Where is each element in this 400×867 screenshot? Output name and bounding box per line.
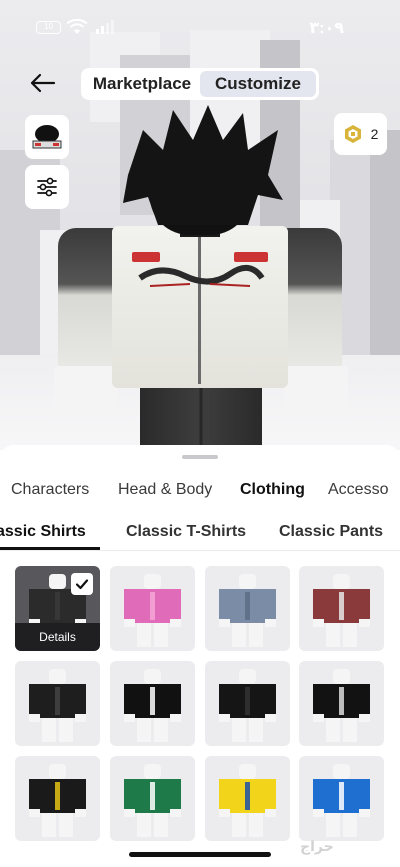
battery-icon: 10 [36, 21, 61, 34]
shirt-thumbnail-icon [124, 574, 181, 647]
shirt-thumbnail-icon [313, 574, 370, 647]
tab-head-body[interactable]: Head & Body [118, 481, 212, 499]
shirt-thumbnail-icon [124, 764, 181, 837]
item-pink-shirt[interactable] [110, 566, 195, 651]
item-black-shirt-white-collar[interactable] [299, 661, 384, 746]
tab-clothing[interactable]: Clothing [240, 481, 305, 499]
settings-button[interactable] [25, 165, 69, 209]
sheet-grabber[interactable] [182, 455, 218, 459]
tab-classic-t-shirts[interactable]: Classic T-Shirts [126, 523, 246, 541]
shirt-thumbnail-icon [219, 764, 276, 837]
shirt-thumbnail-icon [29, 764, 86, 837]
avatar-thumbnail-button[interactable] [25, 115, 69, 159]
tab-characters[interactable]: Characters [11, 481, 89, 499]
robux-balance-button[interactable]: 2 [334, 113, 387, 155]
item-green-jersey[interactable] [110, 756, 195, 841]
tab-classic-shirts[interactable]: assic Shirts [0, 523, 86, 541]
status-time: ٣:٠٩ [309, 20, 344, 37]
shirt-thumbnail-icon [313, 764, 370, 837]
item-yellow-jersey[interactable] [205, 756, 290, 841]
item-blue-gray-shirt[interactable] [205, 566, 290, 651]
wifi-icon [66, 19, 88, 34]
category-tabs: Characters Head & Body Clothing Accesso [0, 481, 400, 503]
item-black-yellow-jersey[interactable] [15, 756, 100, 841]
tab-customize[interactable]: Customize [200, 71, 316, 97]
shirt-thumbnail-icon [219, 669, 276, 742]
mode-segmented-control: Marketplace Customize [81, 68, 319, 100]
shirt-thumbnail-icon [313, 669, 370, 742]
selected-check [71, 573, 93, 595]
robux-balance-value: 2 [370, 126, 379, 142]
item-black-suit[interactable] [110, 661, 195, 746]
checkmark-icon [75, 579, 89, 590]
tab-classic-pants[interactable]: Classic Pants [279, 523, 383, 541]
item-black-jacket-2[interactable] [205, 661, 290, 746]
item-blue-jersey[interactable] [299, 756, 384, 841]
shirt-thumbnail-icon [219, 574, 276, 647]
item-plaid-shirt[interactable] [299, 566, 384, 651]
shirt-thumbnail-icon [29, 669, 86, 742]
item-selected-shirt[interactable]: Details [15, 566, 100, 651]
active-tab-indicator [0, 547, 100, 550]
item-black-jacket-1[interactable] [15, 661, 100, 746]
details-button[interactable]: Details [15, 623, 100, 651]
sliders-icon [37, 177, 57, 197]
tab-marketplace[interactable]: Marketplace [84, 71, 200, 97]
status-bar: 10 ٣:٠٩ [0, 16, 400, 40]
watermark: حراج [300, 838, 334, 854]
subcategory-tabs: assic Shirts Classic T-Shirts Classic Pa… [0, 511, 400, 551]
tab-accessories[interactable]: Accesso [328, 481, 388, 499]
back-button[interactable] [26, 68, 60, 98]
shirt-thumbnail-icon [124, 669, 181, 742]
home-indicator[interactable] [129, 852, 271, 857]
customize-sheet: Characters Head & Body Clothing Accesso … [0, 445, 400, 867]
cellular-signal-icon [96, 20, 114, 34]
jacket-logo-icon [132, 252, 268, 287]
hair-icon [123, 105, 283, 225]
robux-icon [344, 125, 361, 143]
arrow-left-icon [30, 73, 56, 93]
avatar-thumbnail-icon [32, 125, 62, 149]
